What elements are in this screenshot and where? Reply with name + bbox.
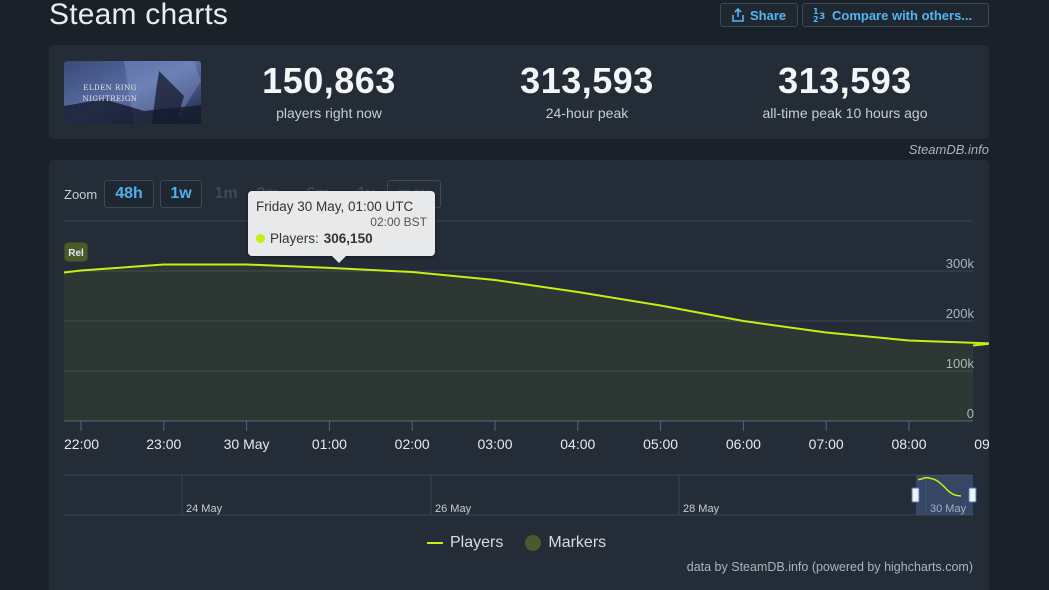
share-button[interactable]: Share (720, 3, 798, 27)
share-icon (732, 8, 744, 22)
rel-marker: Rel (63, 241, 89, 263)
x-tick-label: 09:00 (974, 436, 989, 452)
steamdb-credit[interactable]: SteamDB.info (909, 142, 989, 157)
zoom-1m-button: 1m (214, 185, 238, 202)
players-point-10 (825, 332, 827, 334)
navigator-handle-right (968, 487, 977, 503)
navigator-tick-label: 24 May (186, 503, 223, 515)
players-point-6 (494, 279, 496, 281)
player-chart[interactable]: 0100k200k300k22:00 23:00 30 May 01:00 02:00 0… (49, 160, 989, 590)
x-tick-label: 07:00 (809, 436, 844, 452)
players-point-13 (972, 345, 974, 347)
x-tick-label: 06:00 (726, 436, 761, 452)
players-point-3 (246, 264, 248, 266)
chart-legend: Players Markers (427, 534, 606, 552)
stat-current: 150,863 players right now (209, 59, 449, 121)
tooltip-date: Friday 30 May, 01:00 UTC (256, 199, 414, 214)
highcharts-credit[interactable]: data by SteamDB.info (powered by highcha… (687, 560, 973, 574)
rel-marker-label: Rel (68, 248, 84, 259)
svg-text:2: 2 (813, 15, 819, 23)
stat-all-time-peak-value: 313,593 (778, 60, 912, 101)
players-point-0 (63, 272, 65, 274)
game-logo[interactable]: ELDEN RING NIGHTREIGN (64, 61, 201, 124)
stat-24h-peak: 313,593 24-hour peak (467, 59, 707, 121)
chart-tooltip: Friday 30 May, 01:00 UTC 02:00 BST Playe… (248, 191, 435, 263)
compare-label: Compare with others... (832, 7, 973, 23)
y-tick-label: 200k (946, 306, 975, 321)
x-tick-label: 04:00 (560, 436, 595, 452)
stat-current-value: 150,863 (262, 60, 396, 101)
zoom-1w-button[interactable]: 1w (160, 180, 202, 208)
stat-all-time-peak: 313,593 all-time peak 10 hours ago (725, 59, 965, 121)
players-point-4 (328, 267, 330, 269)
y-tick-label: 300k (946, 256, 975, 271)
game-logo-text: ELDEN RING NIGHTREIGN (82, 84, 138, 103)
x-tick-label: 02:00 (395, 436, 430, 452)
tooltip-series-label: Players: (270, 231, 319, 246)
x-tick-label: 08:00 (891, 436, 926, 452)
stat-all-time-peak-label: all-time peak 10 hours ago (762, 105, 928, 121)
x-tick-label: 05:00 (643, 436, 678, 452)
legend-players-swatch (427, 542, 443, 544)
x-tick-label: 03:00 (477, 436, 512, 452)
tooltip-series-dot (256, 234, 265, 243)
players-point-2 (163, 264, 165, 266)
stat-24h-peak-value: 313,593 (520, 60, 654, 101)
legend-players[interactable]: Players (427, 534, 503, 552)
stat-current-label: players right now (276, 105, 382, 121)
x-tick-label: 23:00 (146, 436, 181, 452)
x-tick-label: 22:00 (64, 436, 99, 452)
navigator-tick-label: 26 May (435, 503, 472, 515)
chart-panel: 0 100k 200k 300k 22:00 23:00 30 May 01:00 02:00 0… (49, 160, 989, 590)
players-area (64, 264, 989, 421)
page-title: Steam charts (49, 0, 229, 31)
players-point-1 (80, 270, 82, 272)
legend-players-label: Players (450, 534, 504, 551)
players-point-11 (908, 340, 910, 342)
players-point-9 (742, 320, 744, 322)
zoom-48h-button[interactable]: 48h (104, 180, 154, 208)
svg-text:3: 3 (819, 12, 825, 22)
legend-markers-swatch (525, 535, 542, 551)
x-tick-label: 01:00 (312, 436, 347, 452)
x-tick-label: 30 May (224, 436, 270, 452)
stats-panel: ELDEN RING NIGHTREIGN 150,863 players ri… (49, 45, 989, 139)
compare-button[interactable]: 123 Compare with others... (802, 3, 989, 27)
tooltip-value: 306,150 (323, 231, 373, 246)
navigator-handle-left (911, 487, 920, 503)
legend-markers[interactable]: Markers (525, 534, 606, 552)
share-label: Share (750, 7, 787, 23)
players-point-8 (660, 305, 662, 307)
players-point-5 (411, 271, 413, 273)
navigator-selection (916, 475, 973, 515)
compare-icon: 12 3 (813, 7, 825, 23)
tooltip-alt-time: 02:00 BST (370, 215, 427, 229)
legend-markers-label: Markers (548, 534, 607, 551)
navigator-tick-label: 28 May (683, 503, 720, 515)
zoom-label: Zoom (64, 187, 98, 202)
stat-24h-peak-label: 24-hour peak (545, 105, 629, 121)
players-point-7 (577, 291, 579, 293)
